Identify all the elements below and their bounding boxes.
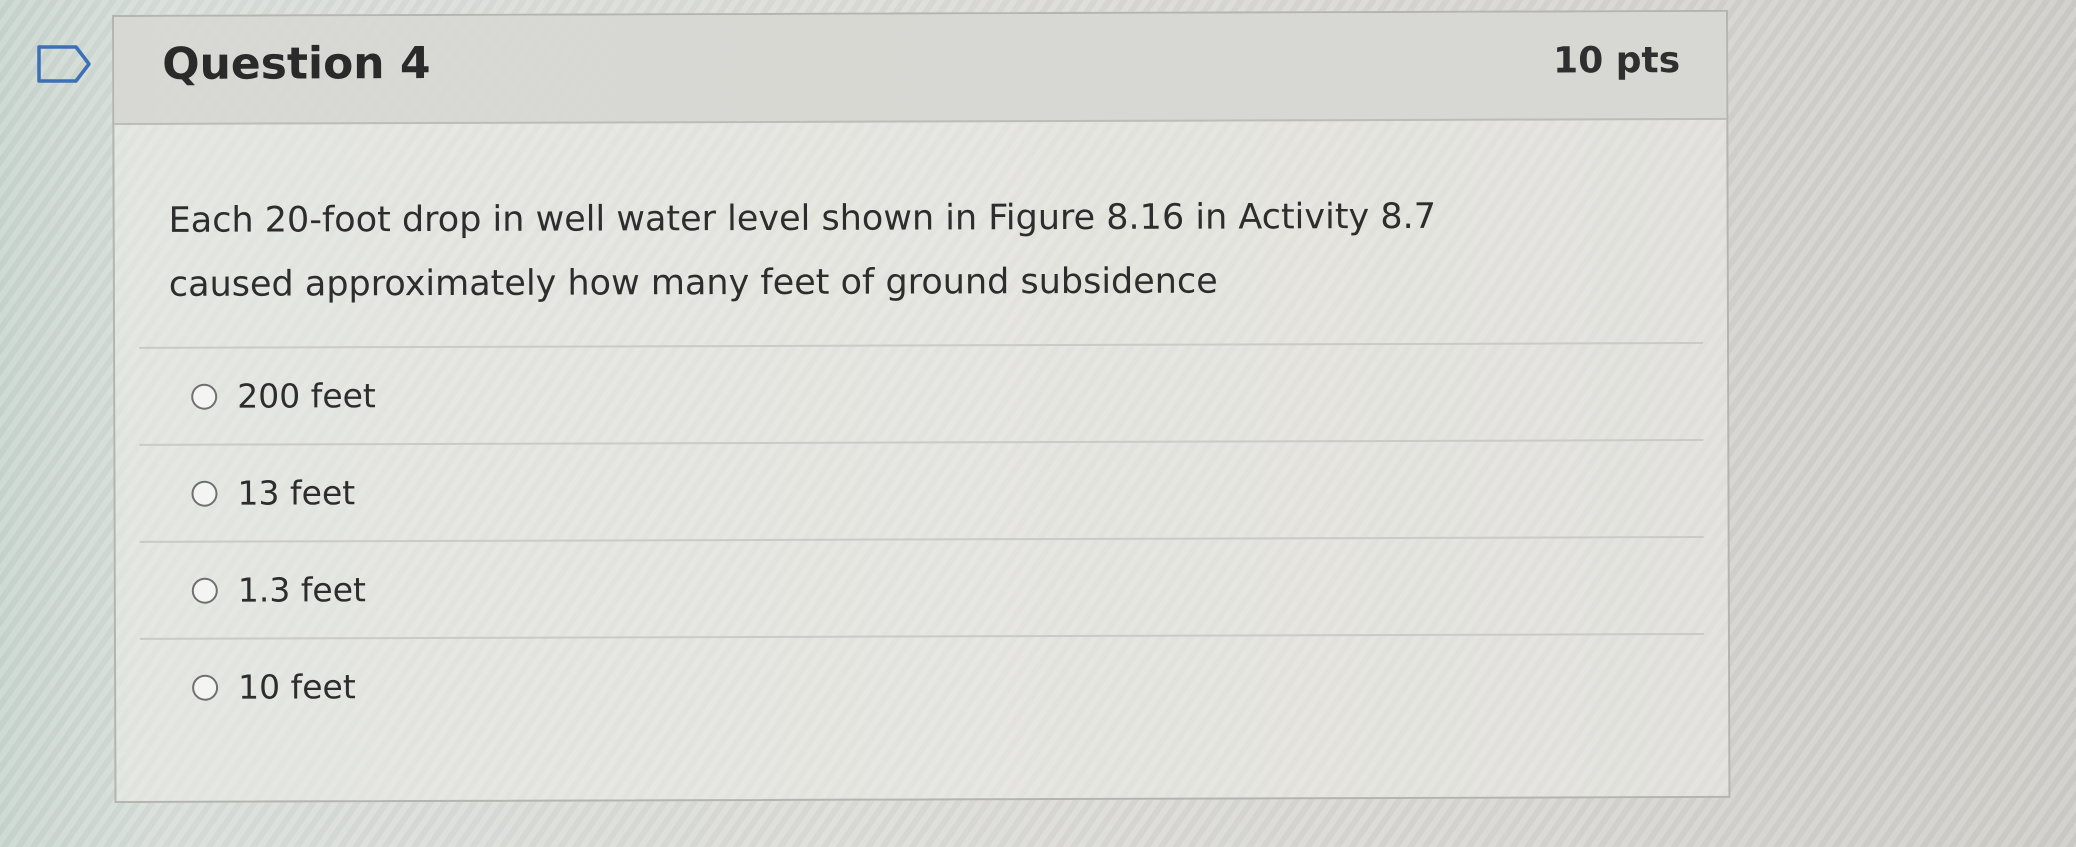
answer-option-1[interactable]: 200 feet <box>139 344 1704 446</box>
answer-label: 13 feet <box>237 473 356 513</box>
question-points: 10 pts <box>1553 40 1681 82</box>
answer-option-3[interactable]: 1.3 feet <box>139 538 1704 640</box>
question-text: Each 20-foot drop in well water level sh… <box>168 196 1437 305</box>
radio-button-icon[interactable] <box>191 577 218 604</box>
radio-button-icon[interactable] <box>191 383 218 410</box>
answer-label: 10 feet <box>238 667 356 707</box>
question-card: Question 4 10 pts Each 20-foot drop in w… <box>112 9 1731 803</box>
question-header: Question 4 10 pts <box>114 11 1727 125</box>
flag-question-icon[interactable] <box>36 44 92 84</box>
question-title: Question 4 <box>162 37 431 90</box>
answer-label: 200 feet <box>237 376 376 416</box>
radio-button-icon[interactable] <box>191 480 218 507</box>
answer-option-4[interactable]: 10 feet <box>140 635 1704 735</box>
answer-list: 200 feet 13 feet 1.3 feet 10 feet <box>139 342 1705 735</box>
answer-option-2[interactable]: 13 feet <box>139 441 1704 543</box>
answer-label: 1.3 feet <box>237 570 367 610</box>
radio-button-icon[interactable] <box>192 674 219 701</box>
